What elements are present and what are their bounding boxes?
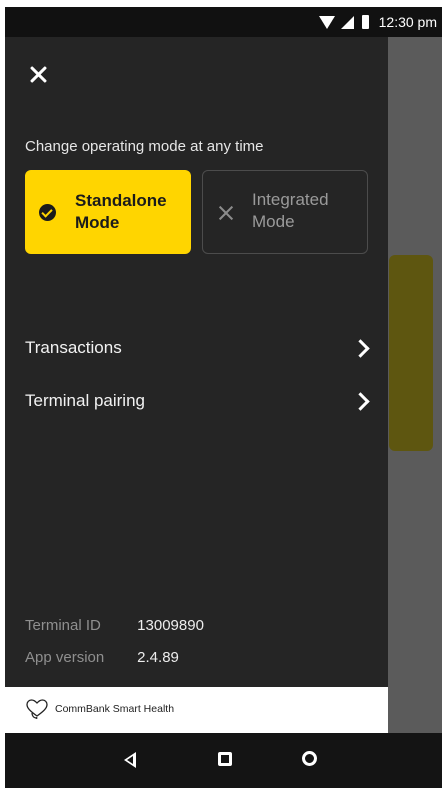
x-icon — [216, 203, 236, 223]
navigation-drawer: Change operating mode at any time Standa… — [5, 37, 388, 687]
brand-name: CommBank Smart Health — [55, 703, 175, 715]
chevron-right-icon — [351, 392, 370, 411]
menu-item-transactions[interactable]: Transactions — [5, 328, 388, 368]
status-time: 12:30 pm — [378, 14, 437, 30]
terminal-id-value: 13009890 — [137, 617, 204, 634]
check-circle-icon — [39, 204, 56, 221]
heart-stethoscope-icon — [26, 699, 48, 719]
chevron-right-icon — [351, 339, 370, 358]
standalone-mode-button[interactable]: Standalone Mode — [25, 170, 191, 254]
close-icon[interactable] — [25, 61, 53, 89]
background-card — [389, 255, 433, 451]
terminal-id-row: Terminal ID 13009890 — [25, 617, 204, 634]
recents-icon[interactable] — [218, 752, 232, 766]
app-version-value: 2.4.89 — [137, 649, 179, 666]
status-bar: 12:30 pm — [5, 7, 442, 37]
signal-icon — [340, 15, 354, 29]
battery-icon — [361, 15, 369, 29]
app-version-row: App version 2.4.89 — [25, 649, 179, 666]
terminal-id-label: Terminal ID — [25, 617, 101, 634]
home-icon[interactable] — [302, 751, 317, 766]
app-version-label: App version — [25, 649, 105, 666]
menu-item-label: Transactions — [25, 338, 122, 357]
wifi-icon — [318, 15, 335, 29]
integrated-mode-label: Integrated Mode — [252, 190, 329, 231]
integrated-mode-button[interactable]: Integrated Mode — [202, 170, 368, 254]
brand-footer: CommBank Smart Health — [5, 687, 388, 733]
back-icon[interactable] — [124, 752, 136, 768]
screen: 12:30 pm Change operating mode at any ti… — [5, 7, 442, 788]
standalone-mode-label: Standalone Mode — [75, 191, 167, 232]
menu-item-terminal-pairing[interactable]: Terminal pairing — [5, 381, 388, 421]
mode-heading: Change operating mode at any time — [25, 138, 264, 155]
system-nav-bar — [5, 733, 442, 788]
menu-item-label: Terminal pairing — [25, 391, 145, 410]
